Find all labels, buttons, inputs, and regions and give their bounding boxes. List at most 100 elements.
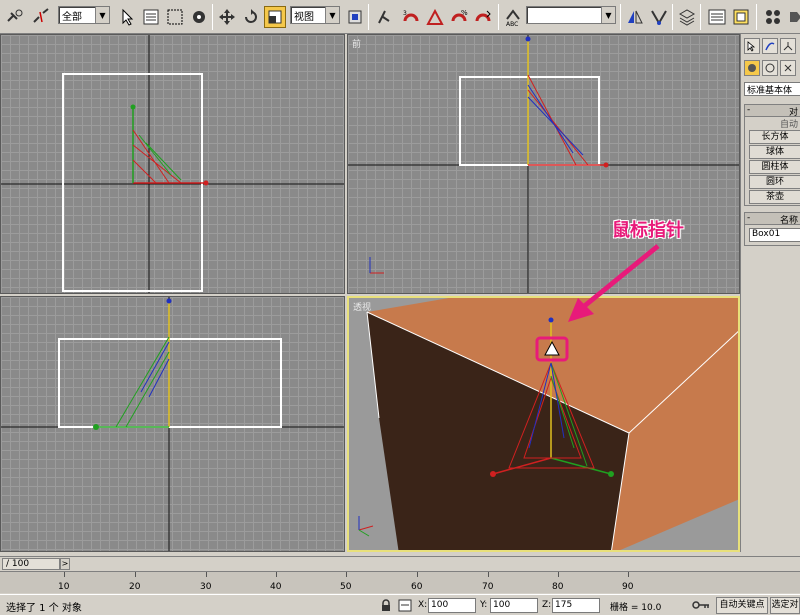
track-tick [64,572,65,577]
hierarchy-tab-icon[interactable] [780,38,796,54]
rotate-icon[interactable] [240,6,262,28]
sphere-button[interactable]: 球体 [749,145,800,159]
shapes-icon[interactable] [762,60,778,76]
absolute-mode-icon[interactable] [398,599,412,615]
rollout-minus-icon: - [747,213,751,223]
selection-filter-dropdown[interactable]: 全部 ▼ [58,6,110,24]
track-tick-label: 60 [411,582,423,592]
autogrid-label: 自动 [779,120,798,129]
time-slider[interactable]: / 100 > [0,556,800,570]
view-axis-tripod [358,516,374,537]
main-toolbar: 全部 ▼ 视图 ▼ 3 % ABC ▼ [0,0,800,34]
percent-snap-icon[interactable]: % [448,6,470,28]
torus-button[interactable]: 圆环 [749,175,800,189]
track-tick-label: 80 [552,582,564,592]
gizmo-scale-triangle-blue [140,341,170,398]
cylinder-button[interactable]: 圆柱体 [749,160,800,174]
viewport-front-canvas [348,35,739,293]
gizmo-y-handle [93,424,99,430]
chevron-down-icon: ▼ [95,7,109,23]
lights-icon[interactable] [780,60,796,76]
unlink-icon[interactable] [30,6,52,28]
name-rollout-title: 名称 [779,216,798,225]
gizmo-scale-triangle-red [132,129,182,184]
viewport-perspective[interactable]: 透视 [347,296,740,552]
category-dropdown[interactable]: 标准基本体 [744,82,800,96]
toolbar-separator [212,4,213,30]
gizmo-z-handle [525,36,531,42]
gizmo-scale-triangle-green [115,336,170,428]
svg-text:%: % [461,9,468,17]
name-color-rollout-header[interactable]: - 名称 [745,213,800,225]
gizmo-z-handle [548,317,554,323]
selection-filter-value: 全部 [62,11,82,23]
track-tick [558,572,559,577]
render-setup-icon[interactable] [786,6,800,28]
track-tick-label: 70 [482,582,494,592]
track-tick [346,572,347,577]
reference-coord-dropdown[interactable]: 视图 ▼ [290,6,340,24]
track-tick [417,572,418,577]
y-coord-label: Y: [480,600,488,610]
next-frame-arrow-icon[interactable]: > [60,558,70,570]
select-by-name-icon[interactable] [140,6,162,28]
toolbar-separator [756,4,757,30]
time-slider-thumb[interactable]: / 100 [2,558,60,570]
mirror-icon[interactable] [624,6,646,28]
edit-named-selection-icon[interactable]: ABC [502,6,524,28]
schematic-view-icon[interactable] [730,6,752,28]
toolbar-separator [368,4,369,30]
scale-icon[interactable] [264,6,286,28]
set-key-dropdown[interactable]: 选定对 [770,597,800,614]
teapot-button[interactable]: 茶壶 [749,190,800,204]
modify-tab-icon[interactable] [762,38,778,54]
geometry-icon[interactable] [744,60,760,76]
snap-toggle-icon[interactable]: 3 [400,6,422,28]
lock-selection-icon[interactable] [380,599,392,615]
max-app-window: 全部 ▼ 视图 ▼ 3 % ABC ▼ 前 透视 鼠标指针 标准基本体 - 对 … [0,0,800,615]
object-type-rollout-header[interactable]: - 对 [745,105,800,117]
window-crossing-icon[interactable] [188,6,210,28]
name-color-rollout: - 名称 Box01 [744,212,800,246]
toolbar-separator [672,4,673,30]
align-icon[interactable] [648,6,670,28]
angle-snap-icon[interactable] [424,6,446,28]
viewport-top-canvas [1,35,344,293]
y-coord-field[interactable]: 100 [490,598,538,613]
status-bar: 选择了 1 个 对象 X: 100 Y: 100 Z: 175 栅格 = 10.… [0,594,800,615]
gizmo-x-handle [203,180,209,186]
rollout-minus-icon: - [747,105,751,115]
key-icon[interactable] [692,599,710,615]
viewport-front[interactable]: 前 [347,34,740,294]
select-manipulate-icon[interactable] [372,6,394,28]
viewport-left-canvas [1,297,344,551]
track-bar[interactable]: 10 20 30 40 50 60 70 80 90 [0,571,800,593]
link-icon[interactable] [4,6,26,28]
spinner-snap-icon[interactable] [472,6,494,28]
object-name-field[interactable]: Box01 [749,228,800,242]
material-editor-icon[interactable] [762,6,784,28]
auto-key-button[interactable]: 自动关键点 [716,597,768,614]
chevron-down-icon: ▼ [601,7,615,23]
z-coord-field[interactable]: 175 [552,598,600,613]
curve-editor-icon[interactable] [706,6,728,28]
toolbar-separator [700,4,701,30]
named-selection-dropdown[interactable]: ▼ [526,6,616,24]
pivot-center-icon[interactable] [344,6,366,28]
select-arrow-icon[interactable] [116,6,138,28]
viewport-top[interactable] [0,34,345,294]
gizmo-y-handle [130,104,136,110]
box-button[interactable]: 长方体 [749,130,800,144]
object-type-title: 对 [788,108,798,117]
create-tab-icon[interactable] [744,38,760,54]
x-coord-field[interactable]: 100 [428,598,476,613]
rect-selection-icon[interactable] [164,6,186,28]
viewport-left[interactable] [0,296,345,552]
track-tick-label: 40 [270,582,282,592]
view-axis-tripod [369,257,384,274]
gizmo-y-handle [608,471,614,477]
layer-manager-icon[interactable] [676,6,698,28]
move-icon[interactable] [216,6,238,28]
track-tick-label: 10 [58,582,70,592]
reference-coord-value: 视图 [294,11,314,23]
